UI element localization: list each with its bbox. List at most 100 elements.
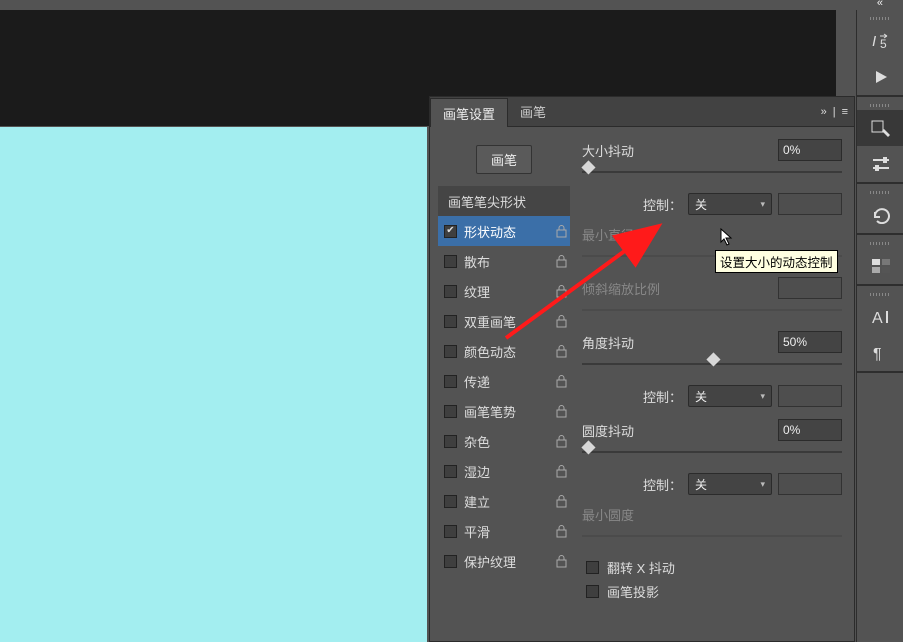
round-control-select[interactable]: 关▾ <box>688 473 772 495</box>
panel-expand-icon[interactable]: » <box>821 106 827 118</box>
option-row[interactable]: 平滑 <box>438 516 570 546</box>
option-label: 纹理 <box>464 282 490 301</box>
option-label: 散布 <box>464 252 490 271</box>
option-label: 画笔笔势 <box>464 402 516 421</box>
option-checkbox[interactable] <box>444 345 457 358</box>
option-label: 保护纹理 <box>464 552 516 571</box>
canvas[interactable] <box>0 127 427 642</box>
option-row[interactable]: 散布 <box>438 246 570 276</box>
brush-projection-checkbox[interactable] <box>586 585 599 598</box>
option-label: 传递 <box>464 372 490 391</box>
lock-icon[interactable] <box>552 255 570 268</box>
size-jitter-slider[interactable] <box>582 165 842 179</box>
option-row[interactable]: 双重画笔 <box>438 306 570 336</box>
lock-icon[interactable] <box>552 555 570 568</box>
size-control-value: 关 <box>695 196 707 213</box>
option-checkbox[interactable] <box>444 525 457 538</box>
lock-icon[interactable] <box>552 435 570 448</box>
play-icon[interactable] <box>857 59 903 95</box>
brush-projection-label: 画笔投影 <box>607 582 659 601</box>
brush-settings-icon[interactable] <box>857 110 903 146</box>
svg-text:¶: ¶ <box>873 346 882 361</box>
option-row[interactable]: 杂色 <box>438 426 570 456</box>
option-row[interactable]: 建立 <box>438 486 570 516</box>
option-row[interactable]: 传递 <box>438 366 570 396</box>
option-label: 平滑 <box>464 522 490 541</box>
roundness-jitter-slider[interactable] <box>582 445 842 459</box>
lock-icon[interactable] <box>552 375 570 388</box>
option-label: 杂色 <box>464 432 490 451</box>
panel-grip[interactable] <box>857 238 903 248</box>
tab-brush-settings[interactable]: 画笔设置 <box>430 98 508 127</box>
brush-tip-shape-label: 画笔笔尖形状 <box>448 192 526 211</box>
lock-icon[interactable] <box>552 465 570 478</box>
lock-icon[interactable] <box>552 525 570 538</box>
lock-icon[interactable] <box>552 345 570 358</box>
brushes-button[interactable]: 画笔 <box>476 145 532 174</box>
panel-grip[interactable] <box>857 187 903 197</box>
swatches-icon[interactable] <box>857 248 903 284</box>
roundness-jitter-label: 圆度抖动 <box>582 421 778 440</box>
option-row[interactable]: 保护纹理 <box>438 546 570 576</box>
option-checkbox[interactable] <box>444 405 457 418</box>
option-checkbox[interactable] <box>444 495 457 508</box>
svg-text:5: 5 <box>880 37 887 50</box>
option-label: 颜色动态 <box>464 342 516 361</box>
panel-menu-icon[interactable]: ≡ <box>842 106 848 118</box>
paragraph-icon[interactable]: ¶ <box>857 335 903 371</box>
shape-dynamics-controls: 大小抖动 0% 控制： 关▾ 最小直径 <box>582 137 846 603</box>
svg-text:I: I <box>872 33 876 50</box>
brush-settings-panel: 画笔设置 画笔 » | ≡ 画笔 画笔笔尖形状 形状动态散布纹理双重画笔颜色动态… <box>429 96 855 642</box>
history-icon[interactable] <box>857 197 903 233</box>
right-toolbar: I5 A ¶ <box>856 10 903 642</box>
option-checkbox[interactable] <box>444 375 457 388</box>
disabled-slot <box>778 473 842 495</box>
option-checkbox[interactable] <box>444 255 457 268</box>
option-checkbox[interactable] <box>444 315 457 328</box>
size-control-select[interactable]: 关▾ <box>688 193 772 215</box>
option-label: 建立 <box>464 492 490 511</box>
size-jitter-value[interactable]: 0% <box>778 139 842 161</box>
control-label: 控制： <box>643 387 688 406</box>
min-roundness-slider <box>582 529 842 543</box>
option-row[interactable]: 画笔笔势 <box>438 396 570 426</box>
option-row[interactable]: 形状动态 <box>438 216 570 246</box>
sliders-icon[interactable] <box>857 146 903 182</box>
lock-icon[interactable] <box>552 405 570 418</box>
disabled-slot <box>778 385 842 407</box>
option-checkbox[interactable] <box>444 555 457 568</box>
option-label: 双重画笔 <box>464 312 516 331</box>
panel-divider-icon: | <box>833 106 836 118</box>
svg-text:A: A <box>872 310 883 326</box>
collapse-chevron[interactable]: « <box>877 0 883 9</box>
flip-x-checkbox[interactable] <box>586 561 599 574</box>
option-row[interactable]: 颜色动态 <box>438 336 570 366</box>
tilt-scale-slider <box>582 303 842 317</box>
option-row[interactable]: 湿边 <box>438 456 570 486</box>
brush-tip-shape-row[interactable]: 画笔笔尖形状 <box>438 186 570 216</box>
roundness-jitter-value[interactable]: 0% <box>778 419 842 441</box>
option-row[interactable]: 纹理 <box>438 276 570 306</box>
brush-options-list: 画笔 画笔笔尖形状 形状动态散布纹理双重画笔颜色动态传递画笔笔势杂色湿边建立平滑… <box>438 137 570 603</box>
character-icon[interactable]: A <box>857 299 903 335</box>
lock-icon[interactable] <box>552 285 570 298</box>
panel-grip[interactable] <box>857 289 903 299</box>
tab-brushes[interactable]: 画笔 <box>508 97 558 126</box>
round-control-value: 关 <box>695 476 707 493</box>
option-checkbox[interactable] <box>444 465 457 478</box>
angle-jitter-slider[interactable] <box>582 357 842 371</box>
lock-icon[interactable] <box>552 495 570 508</box>
flip-x-label: 翻转 X 抖动 <box>607 558 675 577</box>
history-step-icon[interactable]: I5 <box>857 23 903 59</box>
angle-jitter-value[interactable]: 50% <box>778 331 842 353</box>
panel-grip[interactable] <box>857 100 903 110</box>
option-checkbox[interactable] <box>444 285 457 298</box>
angle-control-select[interactable]: 关▾ <box>688 385 772 407</box>
panel-grip[interactable] <box>857 13 903 23</box>
lock-icon[interactable] <box>552 315 570 328</box>
lock-icon[interactable] <box>552 225 570 238</box>
option-checkbox[interactable] <box>444 435 457 448</box>
tooltip: 设置大小的动态控制 <box>715 250 838 273</box>
angle-control-value: 关 <box>695 388 707 405</box>
option-checkbox[interactable] <box>444 225 457 238</box>
